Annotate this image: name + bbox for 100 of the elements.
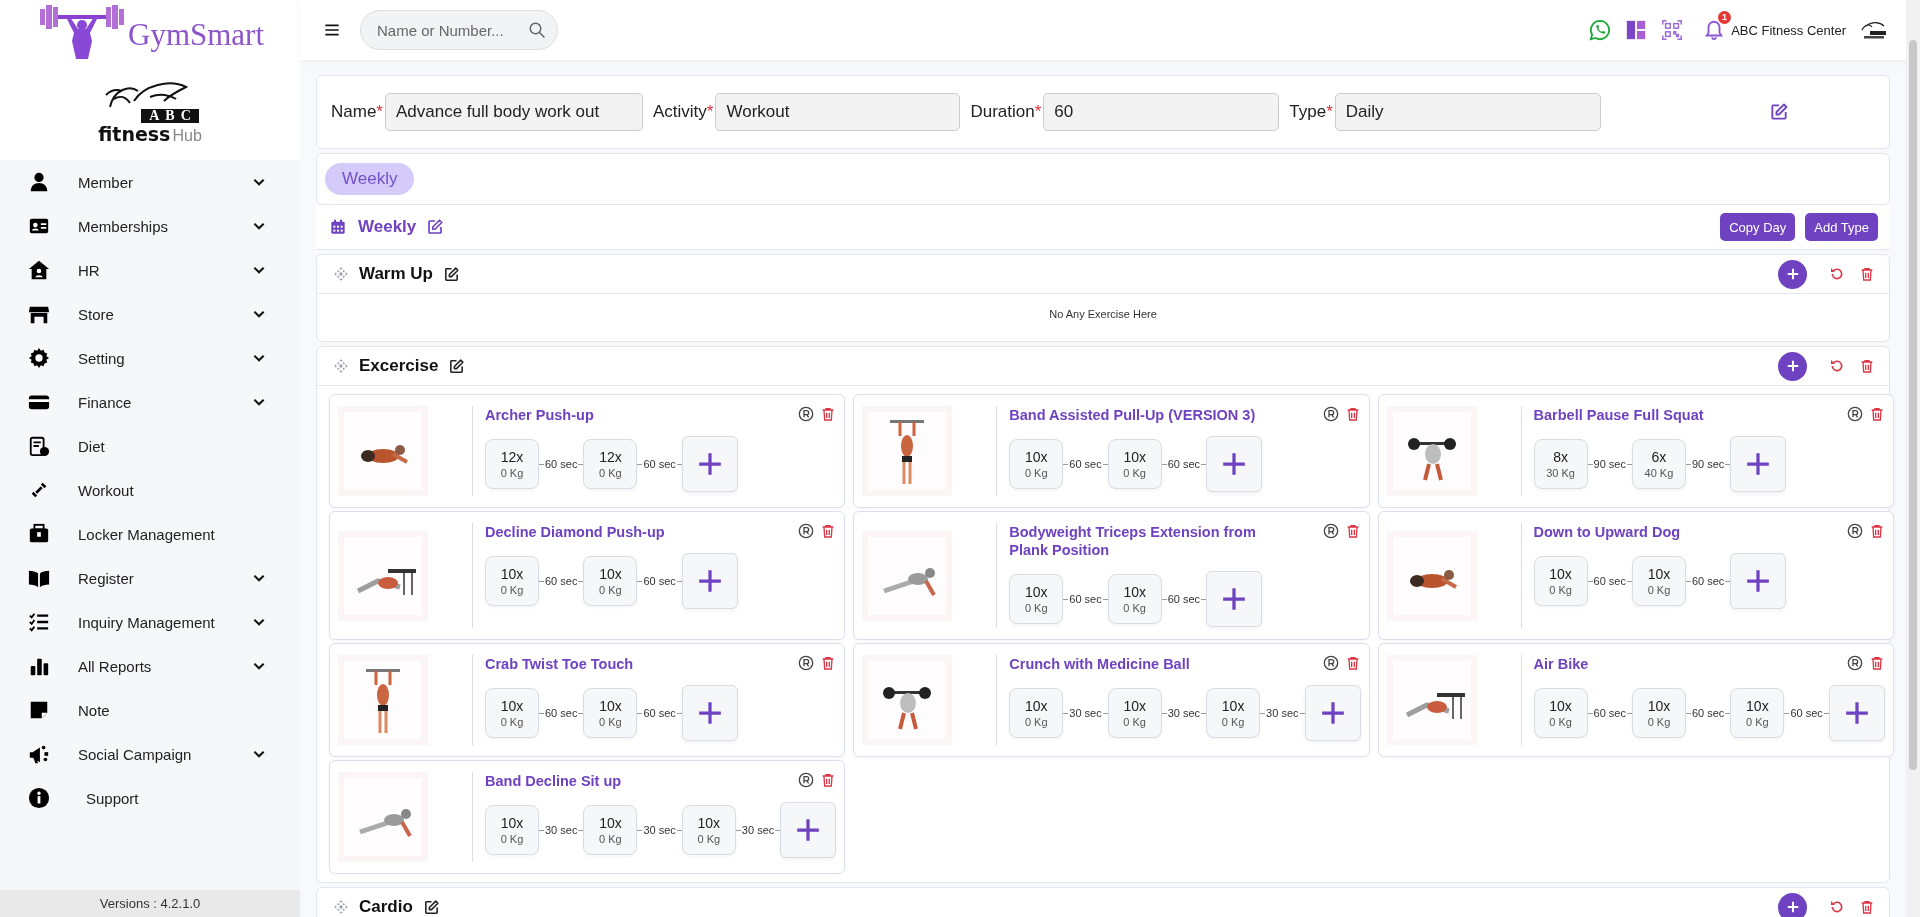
add-button[interactable] (1778, 259, 1807, 289)
set-box[interactable]: 10x 0 Kg (1107, 574, 1162, 624)
exercise-name[interactable]: Air Bike (1533, 655, 1841, 673)
scrollbar[interactable] (1906, 0, 1920, 917)
gym-logo-drawing[interactable] (1860, 20, 1888, 40)
exercise-name[interactable]: Bodyweight Triceps Extension from Plank Position (1009, 523, 1317, 559)
sidebar-item[interactable]: Memberships (0, 204, 300, 248)
registered-icon[interactable] (798, 772, 815, 788)
set-box[interactable]: 10x 0 Kg (583, 805, 638, 855)
edit-icon[interactable] (1769, 102, 1789, 122)
edit-icon[interactable] (426, 218, 445, 236)
exercise-name[interactable]: Decline Diamond Push-up (485, 523, 793, 541)
delete-icon[interactable] (1859, 266, 1875, 282)
set-box[interactable]: 12x 0 Kg (583, 439, 638, 489)
sidebar-item[interactable]: Setting (0, 336, 300, 380)
exercise-name[interactable]: Archer Push-up (485, 406, 793, 424)
set-box[interactable]: 10x 0 Kg (1107, 688, 1162, 738)
registered-icon[interactable] (1322, 406, 1339, 422)
set-box[interactable]: 10x 0 Kg (1107, 439, 1162, 489)
add-set-button[interactable] (681, 685, 738, 741)
set-box[interactable]: 10x 0 Kg (1206, 688, 1261, 738)
sidebar-item[interactable]: HR (0, 248, 300, 292)
search-field[interactable]: Name or Number... (360, 10, 558, 50)
add-button[interactable] (1778, 351, 1807, 381)
dashboard-icon[interactable] (1625, 19, 1648, 41)
edit-icon[interactable] (448, 357, 466, 375)
input-field[interactable]: Workout (715, 93, 961, 131)
add-set-button[interactable] (681, 436, 738, 492)
set-box[interactable]: 12x 0 Kg (485, 439, 539, 489)
set-box[interactable]: 10x 0 Kg (681, 805, 736, 855)
set-box[interactable]: 10x 0 Kg (1009, 574, 1064, 624)
action-button[interactable]: Add Type (1805, 213, 1878, 241)
whatsapp-icon[interactable] (1589, 19, 1612, 41)
sidebar-item[interactable]: Note (0, 688, 300, 732)
set-weight: 0 Kg (500, 833, 524, 845)
set-box[interactable]: 10x 0 Kg (1730, 688, 1785, 738)
registered-icon[interactable] (1322, 523, 1339, 539)
set-box[interactable]: 10x 0 Kg (485, 688, 539, 738)
action-button[interactable]: Copy Day (1720, 213, 1796, 241)
set-box[interactable]: 6x 40 Kg (1631, 439, 1686, 489)
set-box[interactable]: 10x 0 Kg (1533, 556, 1588, 606)
edit-icon[interactable] (443, 265, 460, 283)
exercise-name[interactable]: Crab Twist Toe Touch (485, 655, 793, 673)
sidebar-item[interactable]: All Reports (0, 644, 300, 688)
sidebar-item[interactable]: Support (0, 776, 300, 820)
undo-icon[interactable] (1829, 358, 1845, 374)
add-set-button[interactable] (1206, 571, 1263, 627)
sidebar-item[interactable]: Social Campaign (0, 732, 300, 776)
delete-icon[interactable] (1859, 899, 1875, 915)
exercise-name[interactable]: Crunch with Medicine Ball (1009, 655, 1317, 673)
edit-icon[interactable] (422, 898, 440, 916)
add-set-button[interactable] (1730, 553, 1787, 609)
set-box[interactable]: 10x 0 Kg (485, 805, 539, 855)
registered-icon[interactable] (1322, 655, 1339, 671)
sidebar-item[interactable]: Store (0, 292, 300, 336)
sidebar-item[interactable]: Workout (0, 468, 300, 512)
registered-icon[interactable] (798, 655, 815, 671)
set-box[interactable]: 10x 0 Kg (1009, 688, 1064, 738)
registered-icon[interactable] (1846, 523, 1863, 539)
undo-icon[interactable] (1829, 266, 1845, 282)
add-set-button[interactable] (1730, 436, 1787, 492)
sidebar-item[interactable]: Inquiry Management (0, 600, 300, 644)
registered-icon[interactable] (1846, 406, 1863, 422)
set-box[interactable]: 8x 30 Kg (1533, 439, 1588, 489)
set-box[interactable]: 10x 0 Kg (485, 556, 539, 606)
add-set-button[interactable] (780, 802, 837, 858)
sidebar-item[interactable]: Locker Management (0, 512, 300, 556)
input-field[interactable]: 60 (1043, 93, 1280, 131)
sidebar-item[interactable]: Finance (0, 380, 300, 424)
qr-code-icon[interactable] (1661, 19, 1684, 41)
undo-icon[interactable] (1829, 899, 1845, 915)
exercise-name[interactable]: Down to Upward Dog (1533, 523, 1841, 541)
delete-icon[interactable] (1859, 358, 1875, 374)
move-icon[interactable] (333, 358, 349, 374)
input-field[interactable]: Daily (1334, 93, 1601, 131)
set-box[interactable]: 10x 0 Kg (1631, 688, 1686, 738)
add-set-button[interactable] (1206, 436, 1263, 492)
input-field[interactable]: Advance full body work out (385, 93, 643, 131)
add-set-button[interactable] (681, 553, 738, 609)
sidebar-item[interactable]: Register (0, 556, 300, 600)
exercise-name[interactable]: Band Decline Sit up (485, 772, 793, 790)
registered-icon[interactable] (1846, 655, 1863, 671)
exercise-name[interactable]: Barbell Pause Full Squat (1533, 406, 1841, 424)
tab[interactable]: Weekly (325, 163, 415, 195)
sidebar-item[interactable]: Diet (0, 424, 300, 468)
set-box[interactable]: 10x 0 Kg (583, 556, 638, 606)
move-icon[interactable] (333, 899, 349, 915)
add-set-button[interactable] (1304, 685, 1361, 741)
set-box[interactable]: 10x 0 Kg (1631, 556, 1686, 606)
registered-icon[interactable] (798, 523, 815, 539)
add-button[interactable] (1778, 892, 1807, 917)
move-icon[interactable] (333, 266, 349, 282)
add-set-button[interactable] (1828, 685, 1885, 741)
set-box[interactable]: 10x 0 Kg (1533, 688, 1588, 738)
set-box[interactable]: 10x 0 Kg (1009, 439, 1064, 489)
sidebar-item[interactable]: Member (0, 160, 300, 204)
menu-icon[interactable] (324, 22, 340, 38)
set-box[interactable]: 10x 0 Kg (583, 688, 638, 738)
registered-icon[interactable] (798, 406, 815, 422)
exercise-name[interactable]: Band Assisted Pull-Up (VERSION 3) (1009, 406, 1317, 424)
